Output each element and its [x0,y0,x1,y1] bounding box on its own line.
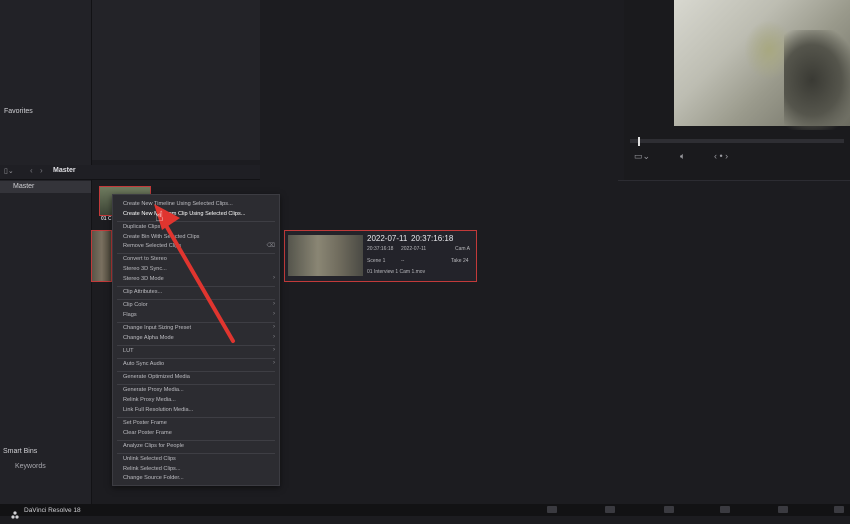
fairlight-page-icon[interactable] [834,506,844,513]
menu-item-relink-clips[interactable]: Relink Selected Clips... [123,466,181,472]
menu-item-flags[interactable]: Flags [123,312,137,318]
smart-bins-label[interactable]: Smart Bins [3,448,37,455]
menu-item-change-source[interactable]: Change Source Folder... [123,475,184,481]
menu-item-analyze-people[interactable]: Analyze Clips for People [123,443,184,449]
viewer-mode-icon[interactable]: ▭⌄ [634,151,650,162]
menu-item-optimized-media[interactable]: Generate Optimized Media [123,374,190,380]
sidebar-item-master[interactable]: Master [0,181,91,193]
menu-item-lut[interactable]: LUT [123,348,134,354]
viewer-playhead[interactable] [638,137,640,146]
edit-page-icon[interactable] [664,506,674,513]
viewer-divider [618,180,850,181]
viewer-image [674,0,850,130]
clip-camera: Cam A [455,246,471,252]
clip-timecode: 20:37:16:18 [411,234,454,243]
cut-page-icon[interactable] [605,506,615,513]
menu-item-clear-poster[interactable]: Clear Poster Frame [123,430,172,436]
viewer-scrubber[interactable] [630,139,844,143]
keywords-label[interactable]: Keywords [15,463,46,470]
menu-item-link-full-res[interactable]: Link Full Resolution Media... [123,407,193,413]
color-page-icon[interactable] [778,506,788,513]
menu-item-proxy-media[interactable]: Generate Proxy Media... [123,387,184,393]
speaker-icon[interactable]: 🔈︎ [680,151,685,162]
clip-label: 01 C [101,216,112,222]
clip-filename: 01 Interview 1 Cam 1.mov [367,269,426,275]
menu-item-auto-sync-audio[interactable]: Auto Sync Audio [123,361,164,367]
submenu-chevron-icon: › [273,347,275,353]
media-page-icon[interactable] [547,506,557,513]
submenu-chevron-icon: › [273,301,275,307]
favorites-label: Favorites [4,108,33,115]
clip-start-tc: 20:37:16:18 [367,246,394,252]
forward-icon[interactable]: › [40,166,43,175]
clip-date: 2022-07-11 [367,234,408,243]
submenu-chevron-icon: › [273,334,275,340]
panel-toggle-icon[interactable]: ▯⌄ [4,167,14,175]
bin-header: ▯⌄ ‹ › Master [0,165,260,180]
menu-item-unlink-clips[interactable]: Unlink Selected Clips [123,456,176,462]
viewer-nav-icon[interactable]: ‹ • › [714,151,728,161]
bin-title: Master [53,167,76,174]
mouse-cursor-icon: ☝︎ [155,208,164,224]
submenu-chevron-icon: › [273,324,275,330]
menu-item-set-poster[interactable]: Set Poster Frame [123,420,167,426]
clip-date-small: 2022-07-11 [401,246,427,252]
app-name: DaVinci Resolve 18 [24,507,81,514]
submenu-chevron-icon: › [273,360,275,366]
clip-scene: Scene 1 [367,258,386,264]
submenu-chevron-icon: › [273,275,275,281]
clip-dash: -- [401,258,405,264]
clip-thumbnail[interactable] [91,230,112,282]
davinci-logo-icon [11,506,19,519]
menu-item-relink-proxy[interactable]: Relink Proxy Media... [123,397,176,403]
selected-clip-thumbnail[interactable] [288,235,363,276]
bin-sidebar: Favorites Smart Bins Keywords [0,0,92,504]
clip-take: Take 24 [451,258,469,264]
media-storage-pane [92,0,260,160]
back-icon[interactable]: ‹ [30,166,33,175]
fusion-page-icon[interactable] [720,506,730,513]
submenu-chevron-icon: › [273,311,275,317]
delete-shortcut-icon: ⌫ [266,243,275,249]
